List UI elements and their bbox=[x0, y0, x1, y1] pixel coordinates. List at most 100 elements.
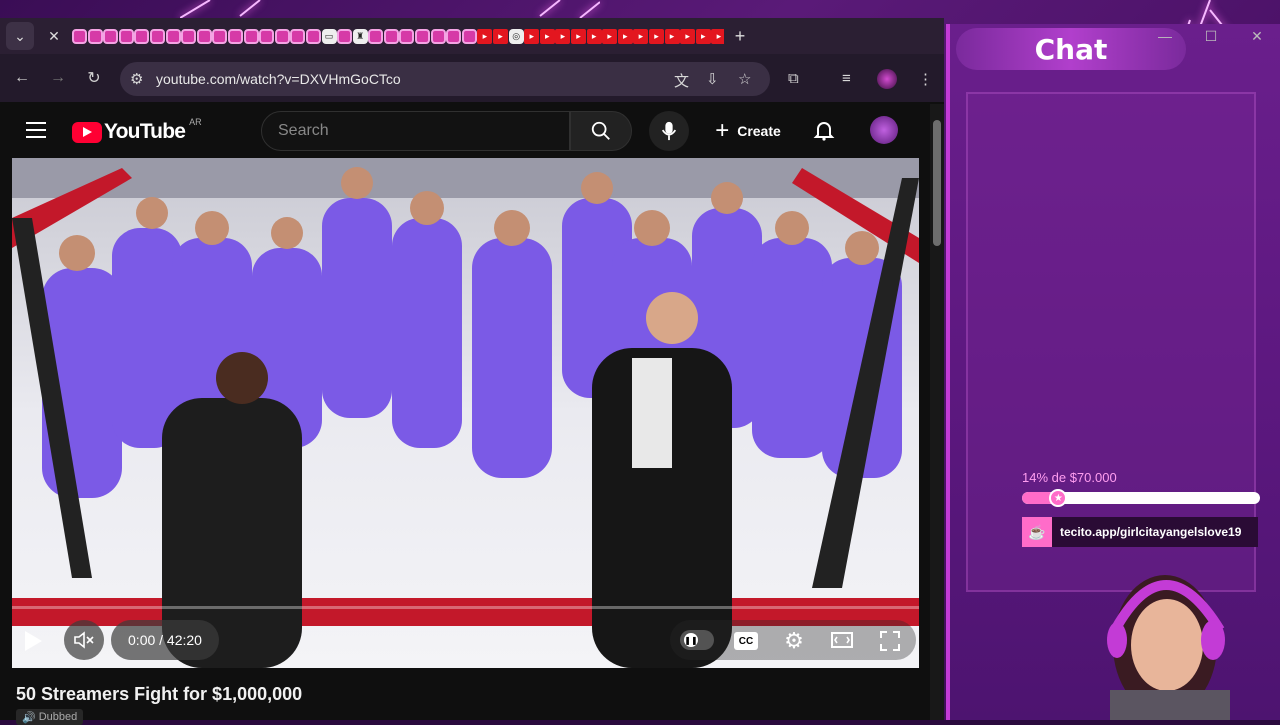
settings-gear-icon[interactable]: ⚙ bbox=[780, 628, 808, 654]
theater-mode-icon[interactable] bbox=[830, 630, 854, 650]
bookmark-star-icon[interactable]: ☆ bbox=[738, 70, 751, 88]
video-player[interactable] bbox=[12, 158, 919, 668]
tab-favicon[interactable] bbox=[181, 28, 197, 44]
address-url[interactable]: youtube.com/watch?v=DXVHmGoCTco bbox=[156, 71, 401, 87]
tab-favicon[interactable]: ▸ bbox=[539, 28, 555, 44]
tab-favicon[interactable] bbox=[415, 28, 431, 44]
search-input[interactable]: Search bbox=[261, 111, 570, 151]
tab-search-icon[interactable]: ⌄ bbox=[6, 22, 34, 50]
media-controls-icon[interactable]: ≡ bbox=[842, 70, 851, 87]
tecito-link-text: tecito.app/girlcitayangelslove19 bbox=[1060, 525, 1242, 539]
new-tab-button[interactable]: + bbox=[726, 22, 754, 50]
tab-favicon[interactable] bbox=[227, 28, 243, 44]
tab-favicon[interactable] bbox=[134, 28, 150, 44]
video-progress-bar[interactable] bbox=[12, 606, 919, 609]
tab-favicon[interactable] bbox=[165, 28, 181, 44]
tab-favicon[interactable]: ▸ bbox=[571, 28, 586, 44]
reload-icon[interactable]: ↻ bbox=[76, 60, 112, 96]
lightning-decoration bbox=[180, 0, 600, 19]
dubbed-label: Dubbed bbox=[38, 711, 78, 723]
autoplay-toggle[interactable]: ❚❚ bbox=[680, 630, 714, 650]
tecito-link-banner: ☕ tecito.app/girlcitayangelslove19 bbox=[1022, 517, 1258, 547]
tab-favicon[interactable]: ♜ bbox=[352, 28, 368, 44]
tab-favicon[interactable]: ▸ bbox=[524, 28, 540, 44]
minimize-icon[interactable]: — bbox=[1142, 28, 1188, 44]
voice-search-button[interactable] bbox=[649, 111, 689, 151]
tab-favicon[interactable]: ▸ bbox=[555, 28, 571, 44]
tab-favicon[interactable] bbox=[243, 28, 259, 44]
install-app-icon[interactable]: ⇩ bbox=[706, 70, 719, 88]
tab-favicon[interactable]: ▸ bbox=[617, 28, 633, 44]
video-title: 50 Streamers Fight for $1,000,000 bbox=[16, 684, 303, 704]
notifications-bell-icon[interactable] bbox=[812, 118, 836, 142]
tab-favicon[interactable] bbox=[87, 28, 103, 44]
profile-avatar-icon[interactable] bbox=[877, 69, 897, 89]
tab-favicon[interactable] bbox=[383, 28, 399, 44]
tab-favicon[interactable]: ▸ bbox=[648, 28, 664, 44]
plus-icon: + bbox=[715, 117, 730, 144]
tab-favicon[interactable] bbox=[337, 28, 353, 44]
search-button[interactable] bbox=[570, 111, 632, 151]
tab-favicon[interactable]: ▸ bbox=[695, 28, 711, 44]
tab-favicon[interactable] bbox=[399, 28, 415, 44]
tab-favicon[interactable] bbox=[461, 28, 477, 44]
tab-favicon[interactable] bbox=[430, 28, 446, 44]
pause-icon: ❚❚ bbox=[684, 633, 698, 647]
video-frame bbox=[12, 158, 919, 668]
tab-favicon[interactable] bbox=[259, 28, 275, 44]
tab-favicon[interactable]: ▸ bbox=[602, 28, 618, 44]
tab-favicon[interactable]: ▸ bbox=[477, 28, 493, 44]
back-icon[interactable]: ← bbox=[4, 60, 40, 96]
tab-favicon[interactable] bbox=[368, 28, 384, 44]
tab-favicon[interactable]: ▸ bbox=[664, 28, 680, 44]
tab-favicon[interactable]: ▸ bbox=[680, 28, 696, 44]
volume-muted-icon bbox=[74, 631, 94, 649]
tab-favicon[interactable] bbox=[446, 28, 462, 44]
forward-icon[interactable]: → bbox=[40, 60, 76, 96]
tab-favicon[interactable] bbox=[274, 28, 290, 44]
youtube-wordmark: YouTube bbox=[104, 120, 186, 143]
browser-menu-icon[interactable]: ⋮ bbox=[918, 70, 933, 88]
mute-button[interactable] bbox=[64, 620, 104, 660]
microphone-icon bbox=[661, 121, 677, 141]
tab-favicon[interactable] bbox=[118, 28, 134, 44]
create-label: Create bbox=[737, 123, 781, 139]
tab-favicon[interactable] bbox=[149, 28, 165, 44]
tab-favicon[interactable] bbox=[103, 28, 119, 44]
tab-favicon[interactable]: ◎ bbox=[508, 28, 524, 44]
tab-favicon[interactable]: ▸ bbox=[633, 28, 649, 44]
maximize-icon[interactable]: ☐ bbox=[1188, 28, 1234, 45]
tab-favicon[interactable] bbox=[72, 28, 87, 44]
donation-goal-label: 14% de $70.000 bbox=[1022, 470, 1117, 485]
streamer-avatar-illustration bbox=[1107, 575, 1230, 720]
tab-favicon[interactable]: ▸ bbox=[711, 28, 724, 44]
tab-favicon[interactable]: ▸ bbox=[586, 28, 602, 44]
address-bar[interactable]: ⚙ youtube.com/watch?v=DXVHmGoCTco 文 ⇩ ☆ bbox=[120, 62, 770, 96]
scrollbar-thumb[interactable] bbox=[933, 120, 941, 246]
close-tab-icon[interactable]: ✕ bbox=[40, 22, 68, 50]
tab-favicon[interactable] bbox=[290, 28, 306, 44]
tab-favicon[interactable]: ▭ bbox=[321, 28, 337, 44]
site-info-icon[interactable]: ⚙ bbox=[130, 70, 143, 88]
extensions-icon[interactable]: ⧉ bbox=[788, 70, 799, 87]
tab-favicon[interactable] bbox=[212, 28, 228, 44]
subtitles-button[interactable]: CC bbox=[734, 632, 758, 650]
tab-favicon[interactable]: ▸ bbox=[493, 28, 509, 44]
audio-icon: 🔊 bbox=[22, 711, 36, 724]
translate-icon[interactable]: 文 bbox=[674, 70, 689, 91]
close-window-icon[interactable]: ✕ bbox=[1234, 28, 1280, 45]
tab-strip: ▭♜▸▸◎▸▸▸▸▸▸▸▸▸▸▸▸▸▸▸ bbox=[72, 24, 724, 48]
hamburger-menu-icon[interactable] bbox=[26, 122, 46, 138]
theater-icon bbox=[831, 632, 853, 648]
account-avatar[interactable] bbox=[870, 116, 898, 144]
window-controls: — ☐ ✕ bbox=[1142, 18, 1280, 54]
search-placeholder: Search bbox=[278, 122, 329, 139]
tab-favicon[interactable] bbox=[305, 28, 321, 44]
dubbed-badge: 🔊 Dubbed bbox=[16, 709, 84, 725]
play-button[interactable] bbox=[20, 628, 46, 654]
youtube-logo[interactable]: YouTube AR bbox=[72, 117, 202, 144]
tab-favicon[interactable] bbox=[196, 28, 212, 44]
fullscreen-icon[interactable] bbox=[878, 630, 902, 652]
time-display: 0:00 / 42:20 bbox=[111, 620, 219, 660]
create-button[interactable]: + Create bbox=[706, 111, 790, 151]
